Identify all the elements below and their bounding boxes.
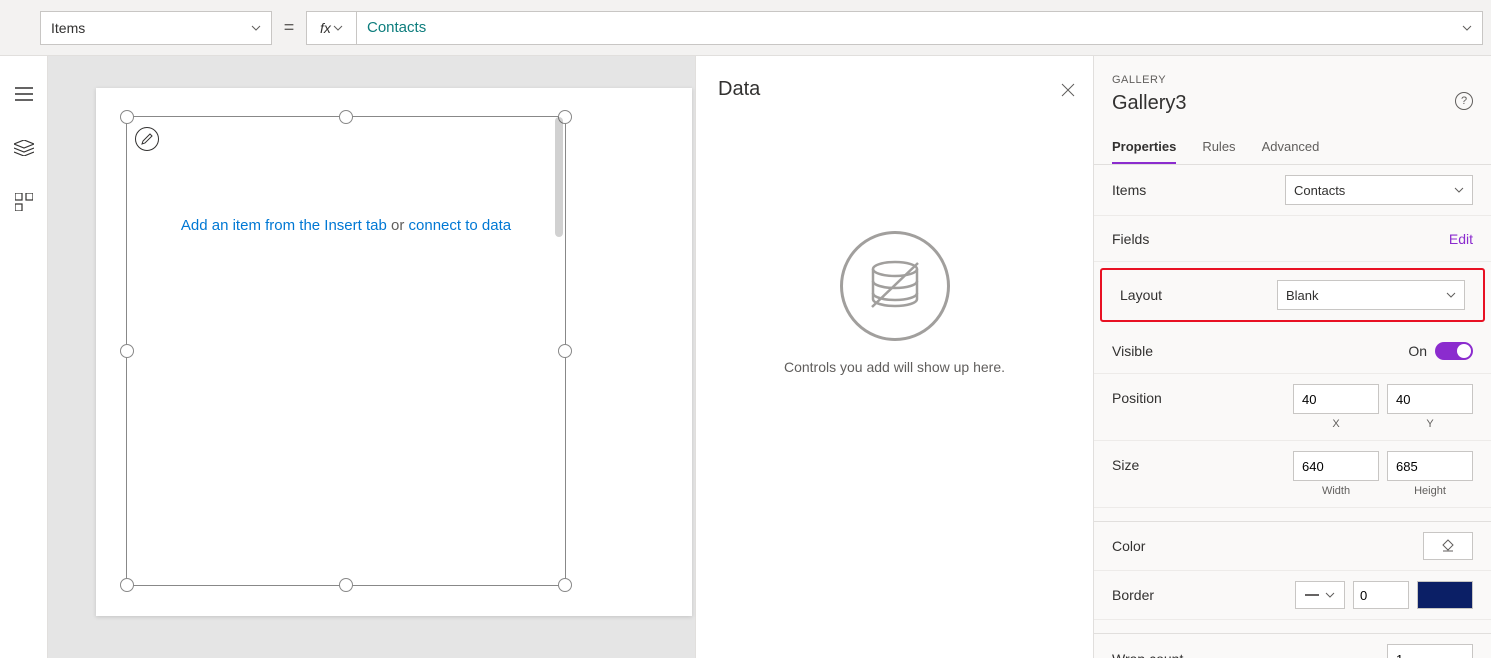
x-sublabel: X xyxy=(1332,418,1339,430)
fill-icon xyxy=(1440,538,1456,554)
size-width-input[interactable] xyxy=(1293,451,1379,481)
chevron-down-icon xyxy=(1325,590,1335,600)
formula-input[interactable]: Contacts xyxy=(356,11,1483,45)
y-sublabel: Y xyxy=(1426,418,1433,430)
hamburger-button[interactable] xyxy=(12,82,36,106)
properties-tabs: Properties Rules Advanced xyxy=(1094,131,1491,165)
canvas[interactable]: Add an item from the Insert tab or conne… xyxy=(48,56,695,658)
equals-label: = xyxy=(272,17,306,38)
chevron-down-icon xyxy=(1462,23,1472,33)
position-x-input[interactable] xyxy=(1293,384,1379,414)
resize-handle[interactable] xyxy=(120,578,134,592)
prop-border-label: Border xyxy=(1112,587,1154,603)
prop-position-label: Position xyxy=(1112,384,1162,406)
resize-handle[interactable] xyxy=(120,110,134,124)
properties-pane: GALLERY Gallery3 ? Properties Rules Adva… xyxy=(1093,56,1491,658)
resize-handle[interactable] xyxy=(339,578,353,592)
close-button[interactable] xyxy=(1059,81,1077,99)
items-select-value: Contacts xyxy=(1294,183,1345,198)
help-button[interactable]: ? xyxy=(1455,92,1473,110)
tab-properties[interactable]: Properties xyxy=(1112,131,1176,164)
position-y-input[interactable] xyxy=(1387,384,1473,414)
data-empty-message: Controls you add will show up here. xyxy=(696,359,1093,375)
chevron-down-icon xyxy=(251,23,261,33)
border-color-picker[interactable] xyxy=(1417,581,1473,609)
tab-rules[interactable]: Rules xyxy=(1202,131,1235,164)
database-empty-icon xyxy=(840,231,950,341)
prop-size-label: Size xyxy=(1112,451,1139,473)
prop-fields-label: Fields xyxy=(1112,231,1149,247)
wrap-count-input[interactable] xyxy=(1387,644,1473,658)
hamburger-icon xyxy=(15,87,33,101)
width-sublabel: Width xyxy=(1322,485,1350,497)
close-icon xyxy=(1061,83,1075,97)
chevron-down-icon xyxy=(1446,290,1456,300)
visible-toggle[interactable]: On xyxy=(1408,342,1473,360)
prop-items-label: Items xyxy=(1112,182,1146,198)
data-pane-title: Data xyxy=(718,78,760,101)
resize-handle[interactable] xyxy=(120,344,134,358)
items-select[interactable]: Contacts xyxy=(1285,175,1473,205)
property-selector[interactable]: Items xyxy=(40,11,272,45)
control-name[interactable]: Gallery3 xyxy=(1112,92,1186,115)
resize-handle[interactable] xyxy=(558,578,572,592)
size-height-input[interactable] xyxy=(1387,451,1473,481)
edit-badge[interactable] xyxy=(135,127,159,151)
gallery-selection[interactable]: Add an item from the Insert tab or conne… xyxy=(126,116,566,586)
fx-button[interactable]: fx xyxy=(306,11,356,45)
grid-icon xyxy=(15,193,33,211)
chevron-down-icon xyxy=(333,23,343,33)
hint-link-insert[interactable]: Add an item from the Insert tab xyxy=(181,217,387,234)
fx-label: fx xyxy=(320,20,331,36)
color-picker[interactable] xyxy=(1423,532,1473,560)
components-button[interactable] xyxy=(12,190,36,214)
layout-select[interactable]: Blank xyxy=(1277,280,1465,310)
tab-advanced[interactable]: Advanced xyxy=(1262,131,1320,164)
hint-link-data[interactable]: connect to data xyxy=(409,217,512,234)
control-type-label: GALLERY xyxy=(1112,74,1473,86)
fields-edit-link[interactable]: Edit xyxy=(1449,231,1473,247)
prop-color-label: Color xyxy=(1112,538,1145,554)
visible-value: On xyxy=(1408,343,1427,359)
left-rail xyxy=(0,56,48,658)
layers-icon xyxy=(14,140,34,156)
tree-view-button[interactable] xyxy=(12,136,36,160)
data-pane: Data Controls you add will show up here. xyxy=(695,56,1093,658)
layout-select-value: Blank xyxy=(1286,288,1319,303)
prop-visible-label: Visible xyxy=(1112,343,1153,359)
artboard: Add an item from the Insert tab or conne… xyxy=(96,88,692,616)
gallery-hint: Add an item from the Insert tab or conne… xyxy=(127,217,565,234)
border-style-select[interactable] xyxy=(1295,581,1345,609)
formula-value: Contacts xyxy=(367,19,426,36)
property-selector-value: Items xyxy=(51,20,85,36)
prop-layout-label: Layout xyxy=(1120,287,1162,303)
border-width-input[interactable] xyxy=(1353,581,1409,609)
formula-bar: Items = fx Contacts xyxy=(0,0,1491,56)
line-icon xyxy=(1305,592,1325,598)
resize-handle[interactable] xyxy=(339,110,353,124)
chevron-down-icon xyxy=(1454,185,1464,195)
hint-or: or xyxy=(387,217,409,234)
resize-handle[interactable] xyxy=(558,344,572,358)
pencil-icon xyxy=(141,133,153,145)
prop-wrap-label: Wrap count xyxy=(1112,651,1183,658)
height-sublabel: Height xyxy=(1414,485,1446,497)
